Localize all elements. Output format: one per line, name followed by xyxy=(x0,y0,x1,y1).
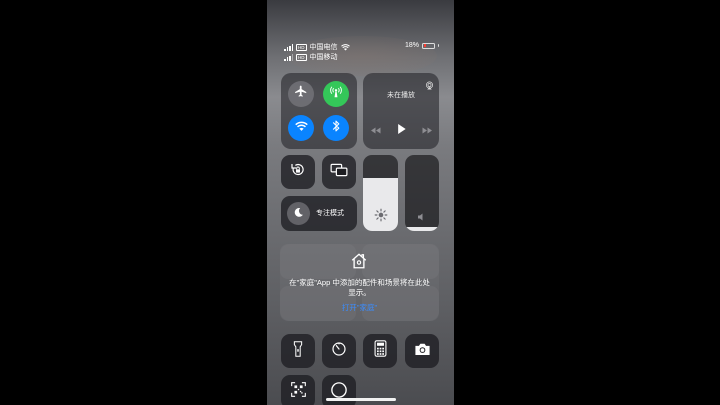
brightness-slider[interactable] xyxy=(363,155,398,231)
timer-icon xyxy=(331,341,347,362)
control-center: HD 中国电信 HD 中国移动 18% 未在播放 专注模式 在"家庭"App 中… xyxy=(267,0,454,405)
flashlight-icon xyxy=(293,340,303,362)
connectivity-tile xyxy=(281,73,357,149)
focus-mode-button[interactable]: 专注模式 xyxy=(281,196,357,231)
brightness-level xyxy=(363,177,398,231)
focus-mode-label: 专注模式 xyxy=(316,210,344,217)
rotation-lock-button[interactable] xyxy=(281,155,315,189)
airplane-mode-toggle[interactable] xyxy=(288,81,314,107)
media-title: 未在播放 xyxy=(387,92,415,99)
status-line-1: HD 中国电信 xyxy=(284,42,350,52)
home-accessories-panel: 在"家庭"App 中添加的配件和场景将在此处显示。 打开"家庭" xyxy=(280,244,439,321)
carrier-name: 中国移动 xyxy=(309,54,338,61)
fast-forward-icon[interactable] xyxy=(422,121,433,139)
volume-level xyxy=(405,227,439,231)
speaker-icon xyxy=(405,212,439,222)
wifi-icon xyxy=(294,119,308,137)
camera-button[interactable] xyxy=(405,334,439,368)
now-playing-tile[interactable]: 未在播放 xyxy=(363,73,439,149)
screen-mirroring-button[interactable] xyxy=(322,155,356,189)
carrier-name: 中国电信 xyxy=(309,44,338,51)
bluetooth-toggle[interactable] xyxy=(323,115,349,141)
status-line-2: HD 中国移动 xyxy=(284,52,338,62)
airplane-icon xyxy=(294,85,308,104)
wifi-toggle[interactable] xyxy=(288,115,314,141)
sun-icon xyxy=(363,208,398,222)
rewind-icon[interactable] xyxy=(370,121,381,139)
moon-circle xyxy=(287,202,310,225)
media-controls xyxy=(363,121,439,139)
moon-icon xyxy=(293,205,304,223)
signal-strength-icon xyxy=(284,54,293,61)
wifi-status-icon xyxy=(340,43,350,51)
play-icon[interactable] xyxy=(397,121,406,139)
hd-badge: HD xyxy=(296,53,307,61)
battery-indicator: 18% xyxy=(405,42,440,49)
home-icon xyxy=(350,252,368,275)
flashlight-button[interactable] xyxy=(281,334,315,368)
calculator-icon xyxy=(374,340,387,362)
bluetooth-icon xyxy=(331,119,341,138)
calculator-button[interactable] xyxy=(363,334,397,368)
qr-scanner-button[interactable] xyxy=(281,375,315,405)
hd-badge: HD xyxy=(296,43,307,51)
battery-tip xyxy=(438,44,440,47)
volume-slider[interactable] xyxy=(405,155,439,231)
qr-scanner-icon xyxy=(290,382,306,402)
home-indicator[interactable] xyxy=(326,398,396,401)
battery-percent: 18% xyxy=(405,42,420,49)
home-message: 在"家庭"App 中添加的配件和场景将在此处显示。 xyxy=(289,278,430,297)
open-home-link[interactable]: 打开"家庭" xyxy=(280,302,439,313)
antenna-icon xyxy=(329,85,343,104)
home-placeholder-tile xyxy=(362,244,439,279)
screen-mirroring-icon xyxy=(330,163,348,182)
home-placeholder-tile xyxy=(280,244,356,279)
rotation-lock-icon xyxy=(290,162,306,183)
timer-button[interactable] xyxy=(322,334,356,368)
cellular-data-toggle[interactable] xyxy=(323,81,349,107)
battery-icon xyxy=(422,42,436,49)
signal-strength-icon xyxy=(284,44,293,51)
camera-icon xyxy=(414,342,431,361)
